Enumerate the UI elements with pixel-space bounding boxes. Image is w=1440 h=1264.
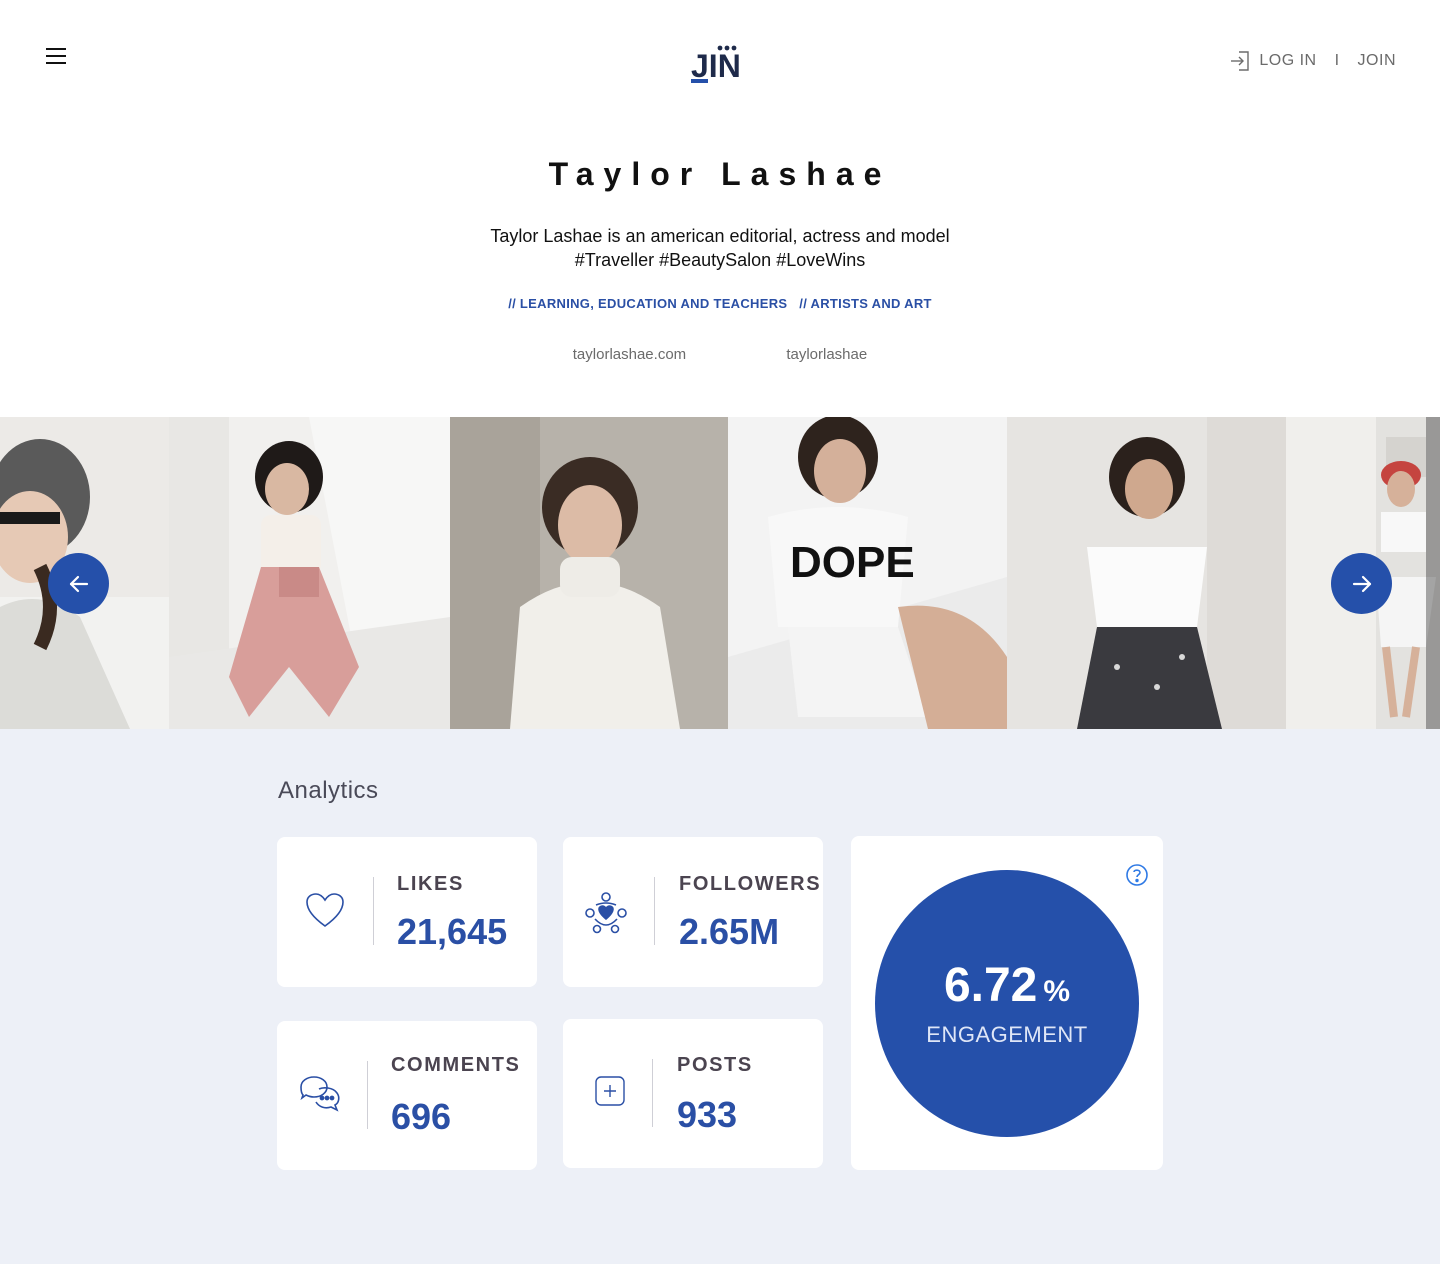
hamburger-icon[interactable]: [46, 48, 70, 68]
gallery-photo[interactable]: [450, 417, 728, 729]
gallery-photo[interactable]: DOPE: [728, 417, 1007, 729]
category-list: // LEARNING, EDUCATION AND TEACHERS // A…: [0, 296, 1440, 311]
bio-line-2: #Traveller #BeautySalon #LoveWins: [574, 250, 866, 270]
profile-bio: Taylor Lashae is an american editorial, …: [0, 224, 1440, 272]
chat-bubbles-icon: [300, 1076, 340, 1112]
posts-card: POSTS 933: [563, 1019, 823, 1168]
comments-label: COMMENTS: [391, 1054, 521, 1076]
comments-value: 696: [391, 1096, 452, 1137]
question-icon[interactable]: [1125, 863, 1149, 887]
engagement-value-group: 6.72%: [875, 958, 1139, 1013]
plus-square-icon: [595, 1076, 625, 1106]
comments-card: COMMENTS 696: [277, 1021, 537, 1170]
posts-value: 933: [677, 1094, 738, 1135]
category-link[interactable]: // ARTISTS AND ART: [799, 296, 932, 311]
engagement-circle: 6.72% ENGAGEMENT: [875, 870, 1139, 1137]
analytics-title: Analytics: [278, 777, 379, 804]
arrow-right-icon: [1352, 575, 1371, 592]
profile-links: taylorlashae.com taylorlashae: [0, 346, 1440, 363]
followers-card: FOLLOWERS 2.65M: [563, 837, 823, 987]
engagement-label: ENGAGEMENT: [926, 1022, 1088, 1047]
header: JIN LOG IN I JOIN: [0, 0, 1440, 120]
auth-separator: I: [1334, 52, 1340, 69]
engagement-value: 6.72: [943, 959, 1038, 1012]
bio-line-1: Taylor Lashae is an american editorial, …: [490, 226, 950, 246]
auth-links: LOG IN I JOIN: [1229, 50, 1396, 72]
login-link[interactable]: LOG IN: [1229, 50, 1316, 72]
login-label: LOG IN: [1259, 52, 1317, 69]
posts-label: POSTS: [677, 1054, 753, 1076]
heart-icon: [306, 893, 344, 927]
analytics-section: Analytics LIKES 21,645 FOLLOWERS 2.65M C…: [0, 729, 1440, 1264]
followers-value: 2.65M: [679, 911, 780, 952]
gallery-photo[interactable]: [169, 417, 450, 729]
login-arrow-icon: [1231, 51, 1250, 71]
engagement-card: 6.72% ENGAGEMENT: [851, 836, 1163, 1170]
join-link[interactable]: JOIN: [1358, 52, 1396, 70]
engagement-unit: %: [1043, 975, 1071, 1008]
svg-text:DOPE: DOPE: [790, 538, 915, 587]
logo-text: JIN: [691, 48, 741, 84]
category-link[interactable]: // LEARNING, EDUCATION AND TEACHERS: [508, 296, 787, 311]
community-icon: [585, 892, 627, 934]
logo[interactable]: JIN: [690, 44, 750, 86]
instagram-handle-link[interactable]: taylorlashae: [786, 346, 867, 363]
arrow-left-icon: [69, 575, 88, 592]
likes-card: LIKES 21,645: [277, 837, 537, 987]
website-link[interactable]: taylorlashae.com: [573, 346, 686, 363]
profile-name: Taylor Lashae: [548, 156, 892, 192]
gallery-photo[interactable]: [1007, 417, 1286, 729]
gallery-prev-button[interactable]: [48, 553, 109, 614]
likes-label: LIKES: [397, 873, 464, 895]
likes-value: 21,645: [397, 911, 508, 952]
gallery-next-button[interactable]: [1331, 553, 1392, 614]
photo-gallery: DOPE: [0, 417, 1440, 729]
followers-label: FOLLOWERS: [679, 873, 822, 895]
